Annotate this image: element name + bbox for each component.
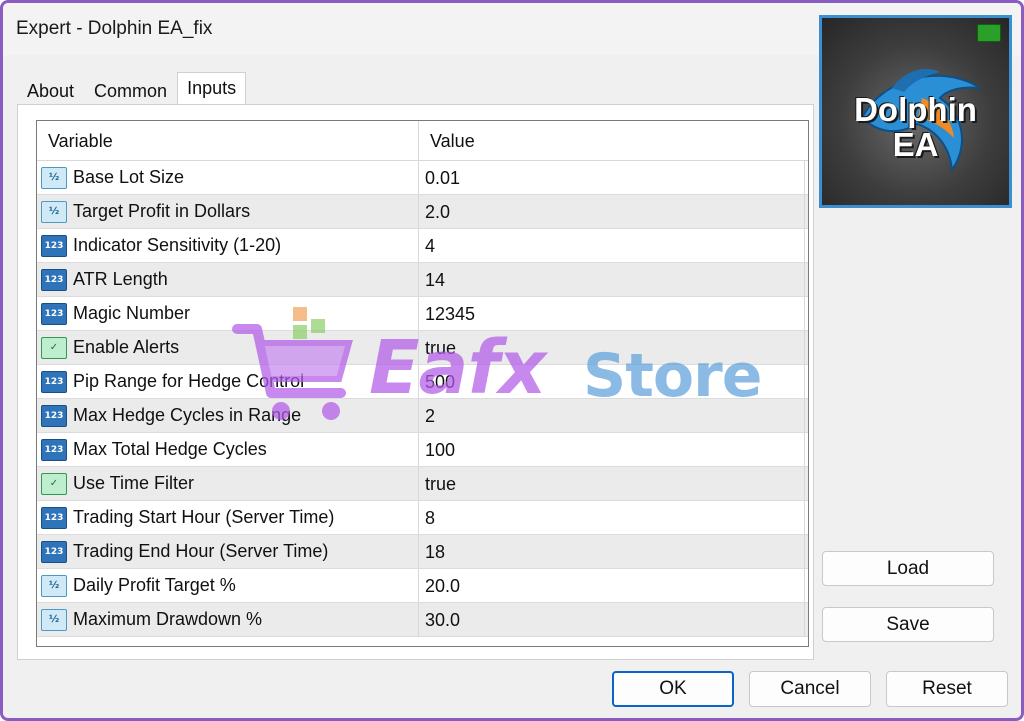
- value-cell[interactable]: 18: [419, 535, 805, 568]
- dolphin-ea-logo: Dolphin EA: [819, 15, 1012, 208]
- variable-label: Pip Range for Hedge Control: [73, 371, 305, 391]
- integer-icon: 123: [41, 438, 67, 461]
- double-icon: ½: [41, 200, 67, 223]
- load-button[interactable]: Load: [822, 551, 994, 586]
- value-cell[interactable]: 20.0: [419, 569, 805, 602]
- dollar-bill-icon: [977, 24, 1001, 42]
- save-button[interactable]: Save: [822, 607, 994, 642]
- tab-about[interactable]: About: [17, 75, 84, 105]
- integer-icon: 123: [41, 540, 67, 563]
- variable-cell[interactable]: 123 Max Total Hedge Cycles: [37, 433, 419, 466]
- variable-label: Trading End Hour (Server Time): [73, 541, 329, 561]
- table-row[interactable]: ½ Base Lot Size 0.01: [37, 161, 808, 195]
- integer-icon: 123: [41, 234, 67, 257]
- variable-label: Target Profit in Dollars: [73, 201, 251, 221]
- variable-label: Trading Start Hour (Server Time): [73, 507, 335, 527]
- table-row[interactable]: 123 ATR Length 14: [37, 263, 808, 297]
- grid-header: Variable Value: [37, 121, 808, 161]
- integer-icon: 123: [41, 302, 67, 325]
- value-cell[interactable]: 30.0: [419, 603, 805, 636]
- value-cell[interactable]: true: [419, 467, 805, 500]
- variable-label: Base Lot Size: [73, 167, 185, 187]
- value-cell[interactable]: 14: [419, 263, 805, 296]
- variable-label: Maximum Drawdown %: [73, 609, 263, 629]
- value-cell[interactable]: 100: [419, 433, 805, 466]
- table-row[interactable]: 123 Indicator Sensitivity (1-20) 4: [37, 229, 808, 263]
- variable-label: ATR Length: [73, 269, 168, 289]
- variable-cell[interactable]: ½ Maximum Drawdown %: [37, 603, 419, 636]
- table-row[interactable]: 123 Trading End Hour (Server Time) 18: [37, 535, 808, 569]
- variable-cell[interactable]: 123 ATR Length: [37, 263, 419, 296]
- value-cell[interactable]: 4: [419, 229, 805, 262]
- tab-strip: About Common Inputs: [17, 71, 247, 106]
- double-icon: ½: [41, 574, 67, 597]
- variable-cell[interactable]: 123 Max Hedge Cycles in Range: [37, 399, 419, 432]
- table-row[interactable]: 123 Trading Start Hour (Server Time) 8: [37, 501, 808, 535]
- variable-cell[interactable]: ½ Base Lot Size: [37, 161, 419, 194]
- integer-icon: 123: [41, 404, 67, 427]
- table-row[interactable]: 123 Max Hedge Cycles in Range 2: [37, 399, 808, 433]
- value-cell[interactable]: 2.0: [419, 195, 805, 228]
- boolean-icon: ✓: [41, 472, 67, 495]
- tab-common[interactable]: Common: [84, 75, 177, 105]
- inputs-grid: Variable Value ½ Base Lot Size 0.01 ½ Target…: [36, 120, 809, 647]
- grid-body: ½ Base Lot Size 0.01 ½ Target Profit in Doll…: [37, 161, 808, 637]
- table-row[interactable]: 123 Magic Number 12345: [37, 297, 808, 331]
- value-cell[interactable]: true: [419, 331, 805, 364]
- cancel-button[interactable]: Cancel: [749, 671, 871, 707]
- variable-label: Magic Number: [73, 303, 191, 323]
- table-row[interactable]: ½ Maximum Drawdown % 30.0: [37, 603, 808, 637]
- variable-label: Max Total Hedge Cycles: [73, 439, 267, 459]
- column-header-value[interactable]: Value: [419, 121, 808, 160]
- variable-label: Enable Alerts: [73, 337, 180, 357]
- variable-cell[interactable]: 123 Trading Start Hour (Server Time): [37, 501, 419, 534]
- tab-inputs[interactable]: Inputs: [177, 72, 247, 106]
- reset-button[interactable]: Reset: [886, 671, 1008, 707]
- table-row[interactable]: 123 Max Total Hedge Cycles 100: [37, 433, 808, 467]
- value-cell[interactable]: 500: [419, 365, 805, 398]
- double-icon: ½: [41, 608, 67, 631]
- variable-cell[interactable]: 123 Pip Range for Hedge Control: [37, 365, 419, 398]
- value-cell[interactable]: 2: [419, 399, 805, 432]
- variable-label: Indicator Sensitivity (1-20): [73, 235, 282, 255]
- variable-cell[interactable]: 123 Indicator Sensitivity (1-20): [37, 229, 419, 262]
- value-cell[interactable]: 0.01: [419, 161, 805, 194]
- inputs-panel: Variable Value ½ Base Lot Size 0.01 ½ Target…: [17, 104, 814, 660]
- window-title: Expert - Dolphin EA_fix: [16, 18, 213, 39]
- expert-dialog: Expert - Dolphin EA_fix About Common Inp…: [0, 0, 1024, 721]
- variable-cell[interactable]: ½ Target Profit in Dollars: [37, 195, 419, 228]
- table-row[interactable]: ✓ Enable Alerts true: [37, 331, 808, 365]
- variable-cell[interactable]: ½ Daily Profit Target %: [37, 569, 419, 602]
- variable-cell[interactable]: 123 Magic Number: [37, 297, 419, 330]
- value-cell[interactable]: 8: [419, 501, 805, 534]
- variable-label: Daily Profit Target %: [73, 575, 236, 595]
- double-icon: ½: [41, 166, 67, 189]
- variable-cell[interactable]: ✓ Enable Alerts: [37, 331, 419, 364]
- variable-label: Use Time Filter: [73, 473, 195, 493]
- table-row[interactable]: 123 Pip Range for Hedge Control 500: [37, 365, 808, 399]
- integer-icon: 123: [41, 506, 67, 529]
- table-row[interactable]: ✓ Use Time Filter true: [37, 467, 808, 501]
- logo-text-dolphin: Dolphin: [854, 91, 977, 128]
- variable-label: Max Hedge Cycles in Range: [73, 405, 302, 425]
- integer-icon: 123: [41, 370, 67, 393]
- table-row[interactable]: ½ Target Profit in Dollars 2.0: [37, 195, 808, 229]
- ok-button[interactable]: OK: [612, 671, 734, 707]
- boolean-icon: ✓: [41, 336, 67, 359]
- logo-text-ea: EA: [892, 126, 939, 163]
- column-header-variable[interactable]: Variable: [37, 121, 419, 160]
- integer-icon: 123: [41, 268, 67, 291]
- value-cell[interactable]: 12345: [419, 297, 805, 330]
- variable-cell[interactable]: 123 Trading End Hour (Server Time): [37, 535, 419, 568]
- variable-cell[interactable]: ✓ Use Time Filter: [37, 467, 419, 500]
- table-row[interactable]: ½ Daily Profit Target % 20.0: [37, 569, 808, 603]
